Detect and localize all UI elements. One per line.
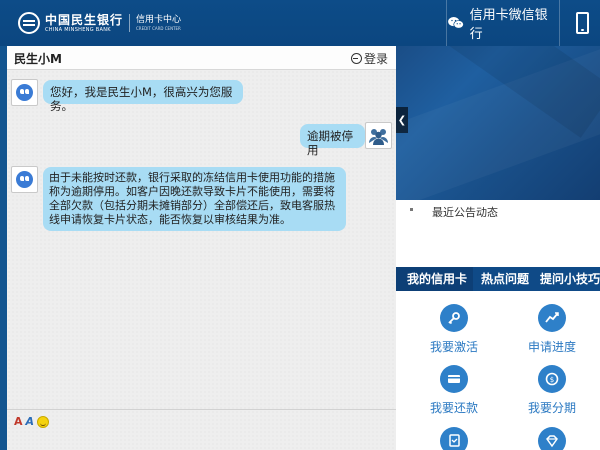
collapse-arrow-icon[interactable]: ❮ xyxy=(396,107,408,133)
notice-title[interactable]: 最近公告动态 xyxy=(432,204,498,220)
notice-bullet-icon xyxy=(410,208,413,211)
notice-section: 最近公告动态 xyxy=(396,200,600,262)
left-strip xyxy=(0,46,7,450)
activate-label: 我要激活 xyxy=(429,340,478,354)
installment-button[interactable]: $ 我要分期 xyxy=(512,365,592,416)
users-icon xyxy=(369,128,388,145)
user-message: 逾期被停用 xyxy=(300,124,365,157)
bot-quote-icon xyxy=(16,84,33,101)
login-button[interactable]: 登录 xyxy=(350,50,388,67)
application-progress-button[interactable]: 申请进度 xyxy=(512,304,592,355)
wechat-icon xyxy=(448,17,464,29)
vip-button[interactable] xyxy=(512,427,592,450)
chart-icon xyxy=(538,304,566,332)
installment-label: 我要分期 xyxy=(527,401,576,415)
wechat-bank-link[interactable]: 信用卡微信银行 xyxy=(446,0,560,46)
login-icon xyxy=(350,53,362,64)
bot-avatar xyxy=(11,166,38,193)
bot-message: 您好，我是民生小M，很高兴为您服务。 xyxy=(43,80,243,113)
card-icon xyxy=(440,365,468,393)
installment-icon: $ xyxy=(538,365,566,393)
diamond-icon xyxy=(538,427,566,450)
font-style-icon[interactable]: A xyxy=(26,415,35,428)
chat-panel: 民生小M 登录 您好，我是民生小M，很高兴为您服务。 逾期被停用 由于未能按时还… xyxy=(7,46,396,450)
chat-title: 民生小M xyxy=(14,52,62,66)
input-toolbar: A A xyxy=(14,415,50,428)
promo-banner[interactable]: ❮ xyxy=(396,46,600,200)
bot-message: 由于未能按时还款，银行采取的冻结信用卡使用功能的措施称为逾期停用。如客户因晚还款… xyxy=(43,167,346,231)
font-color-icon[interactable]: A xyxy=(14,415,23,428)
repayment-label: 我要还款 xyxy=(429,401,478,415)
tab-hot-questions[interactable]: 热点问题 xyxy=(473,267,529,291)
bank-logo[interactable]: 中国民生银行 CHINA MINSHENG BANK 信用卡中心 CREDIT … xyxy=(18,12,181,34)
center-name-en: CREDIT CARD CENTER xyxy=(136,25,181,31)
chat-header: 民生小M 登录 xyxy=(7,46,396,70)
bank-name-cn: 中国民生银行 xyxy=(45,12,124,27)
bank-name-en: CHINA MINSHENG BANK xyxy=(45,26,111,33)
chat-input-bar[interactable]: A A xyxy=(7,409,396,450)
login-label: 登录 xyxy=(363,52,388,66)
tab-my-card[interactable]: 我的信用卡 xyxy=(396,267,474,291)
emoji-icon[interactable] xyxy=(37,415,50,428)
service-tabs: 我的信用卡 热点问题 提问小技巧 xyxy=(396,267,600,291)
center-name-cn: 信用卡中心 xyxy=(136,14,182,25)
document-icon xyxy=(440,427,468,450)
svg-text:$: $ xyxy=(550,376,554,384)
mobile-icon[interactable] xyxy=(576,12,589,34)
key-icon xyxy=(440,304,468,332)
repayment-button[interactable]: 我要还款 xyxy=(414,365,494,416)
user-avatar xyxy=(365,122,392,149)
bot-quote-icon xyxy=(16,171,33,188)
logo-divider xyxy=(129,14,131,32)
wechat-bank-label: 信用卡微信银行 xyxy=(469,8,548,42)
tab-question-tips[interactable]: 提问小技巧 xyxy=(529,267,600,291)
progress-label: 申请进度 xyxy=(527,340,576,354)
document-button[interactable] xyxy=(414,427,494,450)
top-header: 中国民生银行 CHINA MINSHENG BANK 信用卡中心 CREDIT … xyxy=(0,0,600,46)
activate-card-button[interactable]: 我要激活 xyxy=(414,304,494,355)
bank-logo-icon xyxy=(18,12,40,34)
card-services-panel: 我的信用卡 热点问题 提问小技巧 我要激活 申请进度 我要还款 $ 我要分期 xyxy=(396,262,600,450)
bot-avatar xyxy=(11,79,38,106)
